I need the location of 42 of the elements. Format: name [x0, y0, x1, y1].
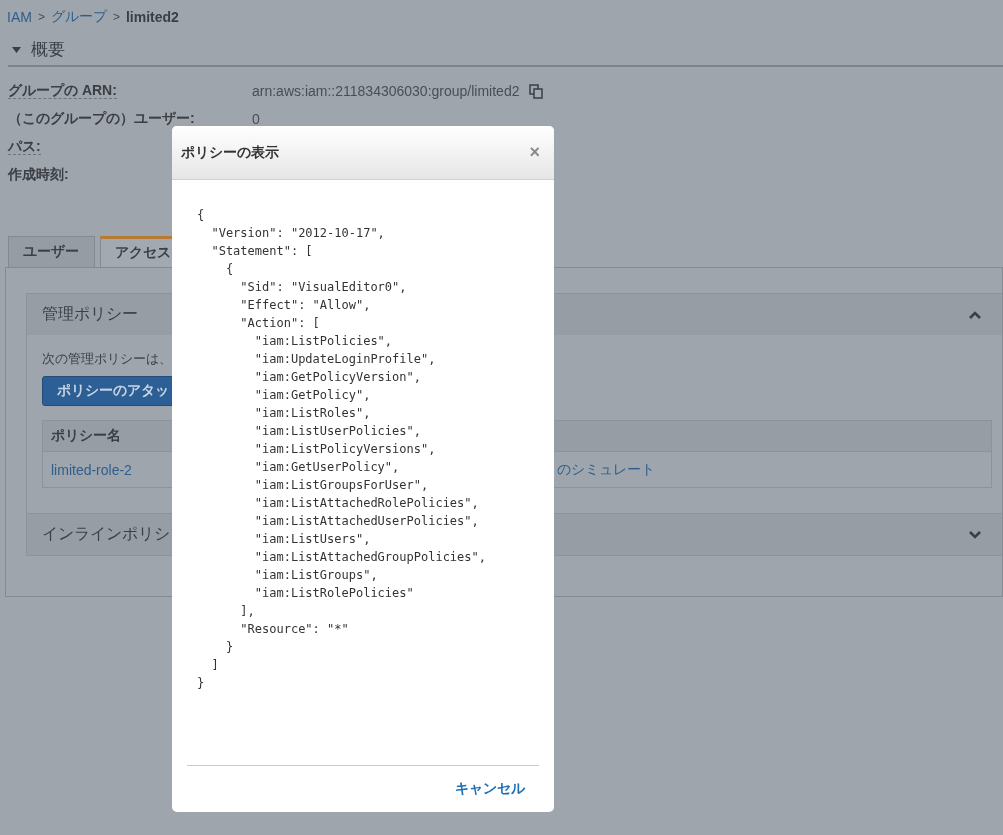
code-line: "Sid": "VisualEditor0", [239, 279, 407, 296]
field-value: arn:aws:iam::211834306030:group/limited2 [252, 83, 520, 99]
accordion-title: インラインポリシ [42, 524, 170, 544]
code-line: "Version": "2012-10-17", [210, 225, 385, 242]
field-value: 0 [252, 111, 260, 127]
field-label: 作成時刻: [8, 166, 69, 182]
code-line: { [224, 261, 234, 278]
breadcrumb-current: limited2 [125, 9, 179, 25]
code-line: "iam:ListGroups", [253, 567, 378, 584]
code-line: "iam:ListUsers", [253, 531, 371, 548]
code-line: "iam:ListAttachedUserPolicies", [253, 513, 479, 530]
code-line: "iam:UpdateLoginProfile", [253, 351, 436, 368]
code-line: "Resource": "*" [239, 621, 349, 638]
breadcrumb-separator: > [37, 10, 45, 24]
code-line: { [197, 207, 205, 224]
code-line: "iam:GetUserPolicy", [253, 459, 400, 476]
code-line: } [224, 639, 234, 656]
code-line: } [197, 675, 205, 692]
field-label: グループの ARN: [8, 82, 117, 99]
code-line: ], [239, 603, 255, 620]
code-line: "Action": [ [239, 315, 320, 332]
code-line: ] [210, 657, 219, 674]
code-line: "iam:ListAttachedGroupPolicies", [253, 549, 486, 566]
code-line: "iam:ListAttachedRolePolicies", [253, 495, 479, 512]
code-line: "iam:GetPolicyVersion", [253, 369, 421, 386]
description-text: 次の管理ポリシーは、 [42, 350, 172, 368]
code-line: "iam:ListRolePolicies" [253, 585, 414, 602]
code-line: "iam:ListGroupsForUser", [253, 477, 429, 494]
code-line: "Statement": [ [210, 243, 313, 260]
column-header: ポリシー名 [51, 427, 121, 445]
section-title: 概要 [31, 39, 65, 61]
code-line: "iam:ListPolicyVersions", [253, 441, 436, 458]
dialog-title: ポリシーの表示 [181, 143, 279, 162]
code-line: "iam:ListRoles", [253, 405, 371, 422]
field-label: パス: [8, 138, 41, 155]
accordion-title: 管理ポリシー [42, 304, 138, 324]
code-line: "Effect": "Allow", [239, 297, 371, 314]
breadcrumb-separator: > [112, 10, 120, 24]
code-line: "iam:GetPolicy", [253, 387, 371, 404]
code-line: "iam:ListUserPolicies", [253, 423, 421, 440]
field-label: （このグループの）ユーザー: [8, 110, 195, 126]
code-line: "iam:ListPolicies", [253, 333, 393, 350]
